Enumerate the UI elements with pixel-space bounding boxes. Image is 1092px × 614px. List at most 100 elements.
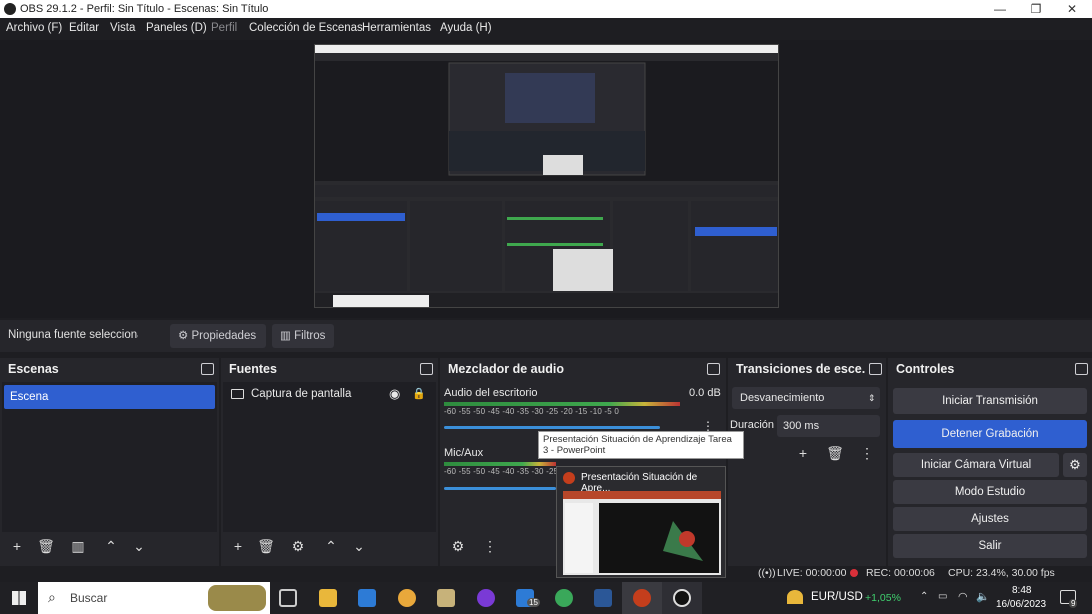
source-item[interactable]: Captura de pantalla <box>251 388 351 400</box>
app-icon[interactable] <box>398 589 416 607</box>
word-icon[interactable] <box>594 589 612 607</box>
virtual-camera-settings-icon[interactable]: ⚙ <box>1063 453 1087 477</box>
preview-area[interactable] <box>0 40 1092 318</box>
move-down-icon[interactable]: ⌄ <box>129 536 149 556</box>
menu-herramientas[interactable]: Herramientas <box>362 22 431 34</box>
scene-filters-icon[interactable]: ▥ <box>68 536 88 556</box>
add-transition-icon[interactable]: + <box>793 443 813 463</box>
search-box[interactable]: ⌕ Buscar <box>38 582 270 614</box>
live-status: LIVE: 00:00:00 <box>777 567 847 579</box>
updown-icon: ⇕ <box>868 393 876 403</box>
store-icon[interactable] <box>358 589 376 607</box>
speaker-icon[interactable]: 🔈 <box>976 590 990 603</box>
clock-date[interactable]: 16/06/2023 <box>996 599 1046 610</box>
start-streaming-button[interactable]: Iniciar Transmisión <box>893 388 1087 414</box>
sources-title: Fuentes <box>229 362 277 376</box>
powerpoint-icon <box>633 589 651 607</box>
obs-logo-icon <box>4 3 16 15</box>
chevron-up-icon[interactable]: ⌃ <box>920 591 928 602</box>
maximize-button[interactable]: ❐ <box>1018 0 1054 18</box>
undock-icon[interactable] <box>869 363 882 375</box>
volume-slider[interactable] <box>444 426 660 429</box>
transitions-dock: Transiciones de esce... Desvanecimiento … <box>728 358 886 566</box>
mixer-menu-icon[interactable]: ⋮ <box>480 536 500 556</box>
ticker-symbol[interactable]: EUR/USD <box>811 591 863 603</box>
task-view-icon[interactable] <box>279 589 297 607</box>
meter-ticks: -60 -55 -50 -45 -40 -35 -30 -25 -20 -15 … <box>444 407 620 416</box>
controls-dock: Controles Iniciar Transmisión Detener Gr… <box>888 358 1092 566</box>
duration-label: Duración <box>730 419 775 431</box>
clock-time[interactable]: 8:48 <box>1012 585 1031 596</box>
preview-canvas <box>314 44 779 308</box>
menu-coleccion-escenas[interactable]: Colección de Escenas <box>249 22 363 34</box>
delete-transition-icon[interactable]: 🗑 <box>825 443 845 463</box>
filters-button[interactable]: ▥ Filtros <box>272 324 334 348</box>
transition-menu-icon[interactable]: ⋮ <box>857 443 877 463</box>
taskbar-thumbnail[interactable]: Presentación Situación de Apre... <box>556 466 726 578</box>
studio-mode-button[interactable]: Modo Estudio <box>893 480 1087 504</box>
volume-slider[interactable] <box>444 487 556 490</box>
ticker-change: +1,05% <box>865 592 901 604</box>
battery-icon[interactable]: ▭ <box>938 591 947 602</box>
search-highlight-icon <box>208 585 266 611</box>
app-icon[interactable] <box>437 589 455 607</box>
settings-button[interactable]: Ajustes <box>893 507 1087 531</box>
menu-vista[interactable]: Vista <box>110 22 135 34</box>
duration-value: 300 ms <box>783 420 820 432</box>
gear-icon: ⚙ <box>178 330 189 342</box>
search-placeholder: Buscar <box>70 591 108 605</box>
undock-icon[interactable] <box>201 363 214 375</box>
volume-meter <box>444 462 556 466</box>
minimize-button[interactable]: — <box>982 0 1018 18</box>
scene-item[interactable]: Escena <box>4 385 215 409</box>
delete-scene-icon[interactable]: 🗑 <box>36 536 56 556</box>
menu-paneles[interactable]: Paneles (D) <box>146 22 207 34</box>
notifications-badge: 9 <box>1069 599 1078 608</box>
filters-label: Filtros <box>294 330 326 342</box>
powerpoint-icon <box>563 472 575 484</box>
scenes-title: Escenas <box>8 362 59 376</box>
duration-input[interactable]: 300 ms <box>777 415 880 437</box>
start-virtual-camera-button[interactable]: Iniciar Cámara Virtual <box>893 453 1059 477</box>
eye-icon[interactable]: ◉ <box>389 386 400 402</box>
app-icon[interactable] <box>477 589 495 607</box>
add-source-icon[interactable]: + <box>228 536 248 556</box>
chrome-icon[interactable] <box>555 589 573 607</box>
taskbar-tooltip: Presentación Situación de Aprendizaje Ta… <box>538 431 744 459</box>
powerpoint-taskbar-button[interactable] <box>622 582 662 614</box>
close-button[interactable]: ✕ <box>1054 0 1090 18</box>
file-explorer-icon[interactable] <box>319 589 337 607</box>
mail-badge: 15 <box>527 598 540 607</box>
transition-value: Desvanecimiento <box>740 392 825 404</box>
source-settings-icon[interactable]: ⚙ <box>288 536 308 556</box>
lock-icon[interactable]: 🔒 <box>412 387 426 400</box>
rec-status: REC: 00:00:06 <box>866 567 935 579</box>
delete-source-icon[interactable]: 🗑 <box>256 536 276 556</box>
scenes-dock: Escenas Escena + 🗑 ▥ ⌃ ⌄ <box>0 358 219 566</box>
menu-editar[interactable]: Editar <box>69 22 99 34</box>
wifi-icon[interactable]: ◠ <box>958 590 968 603</box>
advanced-audio-icon[interactable]: ⚙ <box>448 536 468 556</box>
channel-name: Audio del escritorio <box>444 387 538 399</box>
undock-icon[interactable] <box>707 363 720 375</box>
move-up-icon[interactable]: ⌃ <box>321 536 341 556</box>
transition-select[interactable]: Desvanecimiento ⇕ <box>732 387 880 409</box>
source-toolbar: Ninguna fuente seleccionad ⚙ Propiedades… <box>0 320 1092 352</box>
properties-button[interactable]: ⚙ Propiedades <box>170 324 266 348</box>
undock-icon[interactable] <box>420 363 433 375</box>
windows-start-icon[interactable] <box>12 591 26 605</box>
undock-icon[interactable] <box>1075 363 1088 375</box>
obs-taskbar-button[interactable] <box>662 582 702 614</box>
stop-recording-button[interactable]: Detener Grabación <box>893 420 1087 448</box>
menu-archivo[interactable]: Archivo (F) <box>6 22 62 34</box>
exit-button[interactable]: Salir <box>893 534 1087 558</box>
no-source-selected-label: Ninguna fuente seleccionad <box>8 329 138 341</box>
filter-icon: ▥ <box>280 330 291 342</box>
move-down-icon[interactable]: ⌄ <box>349 536 369 556</box>
menu-ayuda[interactable]: Ayuda (H) <box>440 22 492 34</box>
menu-perfil[interactable]: Perfil <box>211 22 237 34</box>
add-scene-icon[interactable]: + <box>7 536 27 556</box>
move-up-icon[interactable]: ⌃ <box>101 536 121 556</box>
taskbar: ⌕ Buscar 15 EUR/USD +1,05% ⌃ ▭ ◠ 🔈 8:48 … <box>0 582 1092 614</box>
broadcast-icon: ((•)) <box>758 567 776 579</box>
